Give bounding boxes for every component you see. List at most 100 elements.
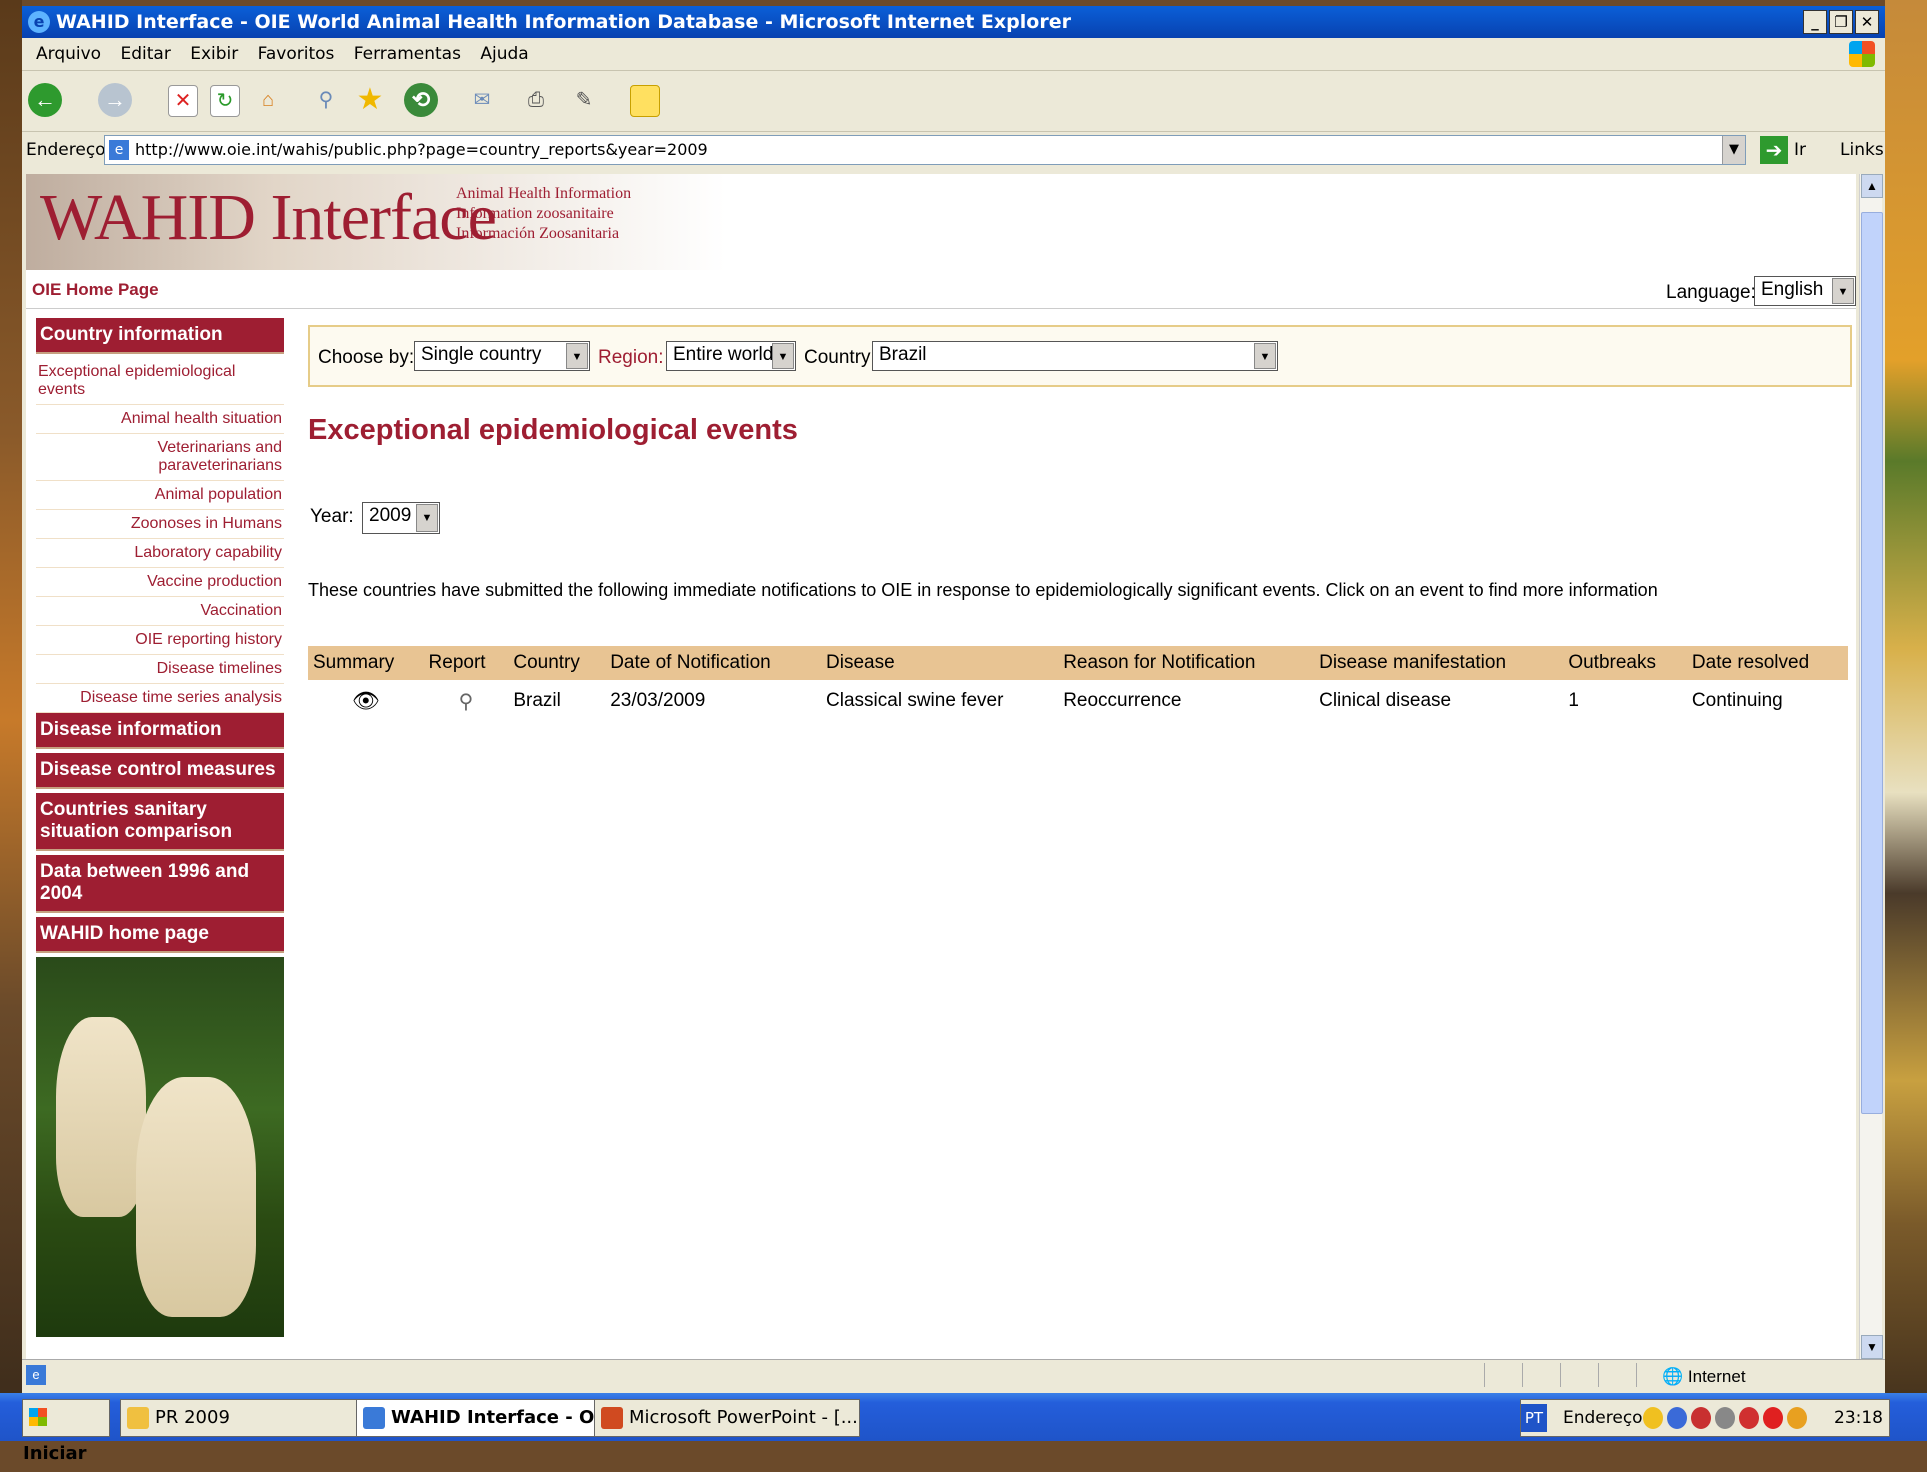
sidebar-item-vaccination[interactable]: Vaccination [36, 597, 284, 626]
region-label: Region: [598, 347, 664, 368]
sidebar-item-veterinarians[interactable]: Veterinarians and paraveterinarians [36, 434, 284, 481]
stop-icon[interactable]: ✕ [168, 85, 198, 117]
network-icon[interactable] [1667, 1407, 1687, 1429]
sidebar-section-disease-control[interactable]: Disease control measures [36, 753, 284, 789]
go-button-label[interactable]: Ir [1794, 140, 1806, 160]
header-manifestation: Disease manifestation [1314, 646, 1564, 680]
window-title: WAHID Interface - OIE World Animal Healt… [56, 11, 1071, 33]
close-button[interactable]: ✕ [1855, 10, 1879, 34]
header-country: Country [508, 646, 606, 680]
oie-home-link[interactable]: OIE Home Page [32, 280, 159, 300]
shield-icon[interactable] [1643, 1407, 1663, 1429]
sidebar-item-exceptional-events[interactable]: Exceptional epidemiological events [36, 358, 284, 405]
address-dropdown-icon[interactable]: ▼ [1722, 136, 1745, 164]
region-select[interactable]: Entire world ▼ [666, 341, 796, 371]
sidebar-item-zoonoses[interactable]: Zoonoses in Humans [36, 510, 284, 539]
history-icon[interactable]: ⟲ [404, 83, 438, 117]
back-icon[interactable]: ← [28, 83, 62, 117]
intro-text: These countries have submitted the follo… [308, 580, 1658, 600]
sidebar-item-animal-health-situation[interactable]: Animal health situation [36, 405, 284, 434]
vertical-scrollbar[interactable]: ▲ ▼ [1859, 174, 1883, 1359]
security-zone: 🌐 Internet [1662, 1367, 1746, 1386]
cell-reason: Reoccurrence [1063, 690, 1182, 711]
page-viewport: WAHID Interface Animal Health Informatio… [26, 174, 1856, 1359]
wahid-logo: WAHID Interface [40, 181, 497, 254]
sidebar-section-country-information[interactable]: Country information [36, 318, 284, 354]
title-bar[interactable]: e WAHID Interface - OIE World Animal Hea… [22, 6, 1885, 38]
country-select[interactable]: Brazil ▼ [872, 341, 1278, 371]
desktop-wallpaper-left [0, 0, 22, 1441]
chevron-down-icon: ▼ [772, 343, 794, 369]
menu-ajuda[interactable]: Ajuda [480, 44, 528, 64]
status-segment [1560, 1363, 1591, 1387]
sidebar-item-animal-population[interactable]: Animal population [36, 481, 284, 510]
task-wahid-ie[interactable]: WAHID Interface - OI... [356, 1399, 620, 1437]
address-bar: Endereço e http://www.oie.int/wahis/publ… [22, 132, 1885, 168]
windows-logo-icon [1849, 41, 1875, 67]
banner-tagline: Animal Health Information Information zo… [456, 184, 631, 244]
menu-editar[interactable]: Editar [120, 44, 170, 64]
header-date-resolved: Date resolved [1686, 646, 1848, 680]
choose-by-select[interactable]: Single country ▼ [414, 341, 590, 371]
sidebar-item-vaccine-production[interactable]: Vaccine production [36, 568, 284, 597]
sidebar-section-sanitary-comparison[interactable]: Countries sanitary situation comparison [36, 793, 284, 851]
menu-arquivo[interactable]: Arquivo [36, 44, 101, 64]
language-select[interactable]: English ▼ [1754, 276, 1856, 306]
favorites-icon[interactable]: ★ [356, 85, 384, 115]
sidebar-item-disease-timelines[interactable]: Disease timelines [36, 655, 284, 684]
browser-window: e WAHID Interface - OIE World Animal Hea… [22, 6, 1885, 1393]
messenger-icon[interactable] [630, 85, 660, 117]
search-icon[interactable]: ⚲ [312, 85, 340, 115]
header-reason: Reason for Notification [1058, 646, 1315, 680]
tray-app-icon[interactable] [1715, 1407, 1735, 1429]
magnifier-icon[interactable]: ⚲ [459, 689, 474, 714]
cell-resolved: Continuing [1691, 690, 1783, 711]
menu-favoritos[interactable]: Favoritos [258, 44, 335, 64]
task-pr-2009[interactable]: PR 2009 [120, 1399, 382, 1437]
scroll-down-icon[interactable]: ▼ [1861, 1335, 1883, 1359]
tray-icons [1643, 1407, 1807, 1429]
language-indicator[interactable]: PT [1521, 1404, 1547, 1432]
antivirus-icon[interactable] [1739, 1407, 1759, 1429]
volume-icon[interactable] [1691, 1407, 1711, 1429]
sidebar-section-wahid-home[interactable]: WAHID home page [36, 917, 284, 953]
start-button[interactable]: Iniciar [22, 1399, 110, 1464]
task-powerpoint[interactable]: Microsoft PowerPoint - [... [594, 1399, 860, 1437]
forward-icon[interactable]: → [98, 83, 132, 117]
country-label: Country: [804, 347, 876, 368]
scroll-thumb[interactable] [1861, 212, 1883, 1114]
address-label: Endereço [26, 140, 106, 160]
table-row[interactable]: 👁 ⚲ Brazil 23/03/2009 Classical swine fe… [308, 680, 1848, 722]
system-tray: PT Endereço 23:18 [1520, 1399, 1890, 1437]
minimize-button[interactable]: _ [1803, 10, 1827, 34]
eye-icon[interactable]: 👁 [352, 688, 380, 714]
menu-ferramentas[interactable]: Ferramentas [354, 44, 461, 64]
cell-disease: Classical swine fever [826, 690, 1004, 711]
sidebar-section-disease-information[interactable]: Disease information [36, 713, 284, 749]
sidebar-item-reporting-history[interactable]: OIE reporting history [36, 626, 284, 655]
home-icon[interactable]: ⌂ [254, 85, 282, 115]
sidebar-item-laboratory[interactable]: Laboratory capability [36, 539, 284, 568]
refresh-icon[interactable]: ↻ [210, 85, 240, 117]
links-button[interactable]: Links [1840, 140, 1884, 160]
year-label: Year: [310, 506, 354, 527]
address-input[interactable]: e http://www.oie.int/wahis/public.php?pa… [104, 135, 1746, 165]
filter-bar: Choose by: Single country ▼ Region: Enti… [308, 325, 1852, 387]
tray-address-label[interactable]: Endereço [1563, 1400, 1643, 1436]
acrobat-icon[interactable] [1763, 1407, 1783, 1429]
sidebar: Country information Exceptional epidemio… [36, 318, 284, 1337]
choose-by-value: Single country [421, 344, 542, 365]
restore-button[interactable]: ❐ [1829, 10, 1853, 34]
messenger-tray-icon[interactable] [1787, 1407, 1807, 1429]
folder-icon [127, 1407, 149, 1429]
scroll-up-icon[interactable]: ▲ [1861, 174, 1883, 198]
menu-exibir[interactable]: Exibir [190, 44, 238, 64]
go-arrow-icon[interactable]: ➔ [1760, 136, 1788, 164]
sidebar-section-data-1996-2004[interactable]: Data between 1996 and 2004 [36, 855, 284, 913]
year-select[interactable]: 2009 ▼ [362, 502, 440, 534]
print-icon[interactable]: ⎙ [522, 85, 550, 115]
edit-icon[interactable]: ✎ [570, 85, 598, 115]
cow-shape [136, 1077, 256, 1317]
mail-icon[interactable]: ✉ [468, 85, 496, 115]
sidebar-item-time-series[interactable]: Disease time series analysis [36, 684, 284, 713]
